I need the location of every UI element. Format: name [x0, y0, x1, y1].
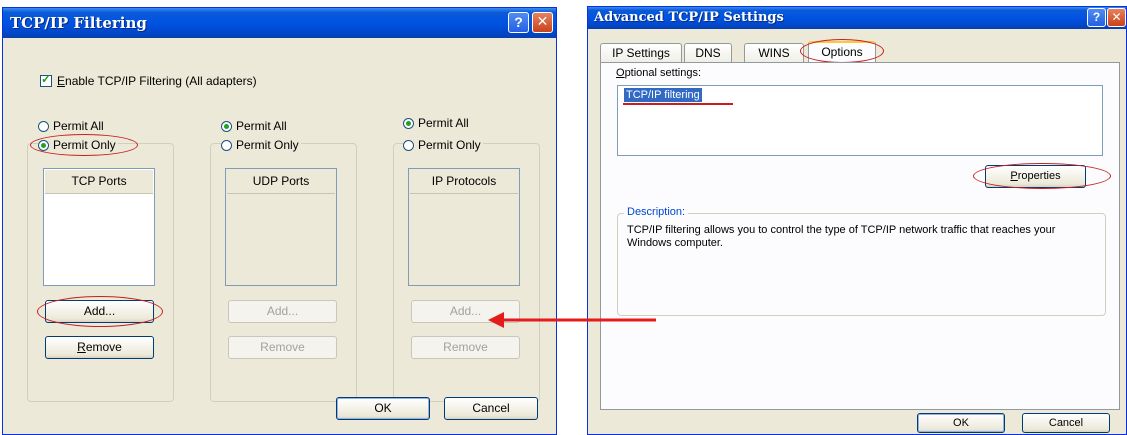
tab-strip: IP Settings DNS WINS Options	[600, 39, 1120, 63]
tab-dns[interactable]: DNS	[684, 43, 732, 62]
radio-circle[interactable]	[38, 120, 49, 132]
annotation-ellipse	[30, 134, 138, 156]
udp-permit-all-radio[interactable]: Permit All	[221, 119, 287, 133]
tcp-permit-all-label: Permit All	[53, 119, 104, 133]
enable-filtering-label: Enable TCP/IP Filtering (All adapters)	[57, 74, 257, 88]
udp-ports-list[interactable]: UDP Ports	[225, 168, 337, 286]
ip-protocols-column-header[interactable]: IP Protocols	[410, 170, 518, 194]
close-button[interactable]: ✕	[532, 12, 553, 33]
radio-circle[interactable]	[403, 139, 414, 151]
checkbox-box[interactable]: ✓	[40, 72, 52, 87]
description-text: TCP/IP filtering allows you to control t…	[627, 224, 1056, 249]
ip-permit-only-radio[interactable]: Permit Only	[403, 138, 483, 152]
title-bar[interactable]: TCP/IP Filtering ? ✕	[3, 8, 556, 38]
annotation-ellipse	[973, 163, 1111, 189]
ok-button[interactable]: OK	[336, 397, 430, 420]
window-title: Advanced TCP/IP Settings	[594, 10, 784, 25]
tcp-ports-list[interactable]: TCP Ports	[43, 168, 155, 286]
close-button[interactable]: ✕	[1107, 8, 1126, 27]
list-item[interactable]: TCP/IP filtering	[624, 88, 702, 102]
udp-ports-column-header[interactable]: UDP Ports	[227, 170, 335, 194]
annotation-underline	[623, 103, 733, 105]
optional-settings-list[interactable]: TCP/IP filtering	[617, 85, 1103, 156]
optional-settings-label: Optional settings:	[616, 67, 701, 79]
tab-ip-settings[interactable]: IP Settings	[600, 43, 682, 62]
ip-permit-only-label: Permit Only	[418, 138, 481, 152]
annotation-ellipse	[37, 296, 163, 327]
window-title: TCP/IP Filtering	[10, 14, 147, 32]
udp-add-button[interactable]: Add...	[228, 300, 337, 323]
tcp-permit-all-radio[interactable]: Permit All	[38, 119, 104, 133]
ip-protocols-list[interactable]: IP Protocols	[408, 168, 520, 286]
tcp-ports-column-header[interactable]: TCP Ports	[45, 170, 153, 194]
ok-button[interactable]: OK	[917, 413, 1005, 433]
radio-circle[interactable]	[221, 139, 232, 151]
help-button[interactable]: ?	[1087, 8, 1106, 27]
enable-filtering-checkbox[interactable]: ✓ Enable TCP/IP Filtering (All adapters)	[40, 72, 257, 88]
tcp-remove-button[interactable]: Remove	[45, 336, 154, 359]
advanced-tcpip-settings-dialog: Advanced TCP/IP Settings ? ✕ IP Settings…	[587, 6, 1127, 435]
ip-permit-all-radio[interactable]: Permit All	[403, 116, 469, 130]
udp-permit-all-label: Permit All	[236, 119, 287, 133]
cancel-button[interactable]: Cancel	[1022, 413, 1110, 433]
help-button[interactable]: ?	[508, 12, 529, 33]
options-tab-page: Optional settings: TCP/IP filtering Prop…	[600, 62, 1120, 410]
annotation-ellipse	[800, 39, 884, 63]
tab-wins[interactable]: WINS	[744, 43, 804, 62]
description-label: Description:	[624, 206, 689, 218]
title-bar[interactable]: Advanced TCP/IP Settings ? ✕	[588, 7, 1126, 29]
udp-permit-only-radio[interactable]: Permit Only	[221, 138, 301, 152]
udp-remove-button[interactable]: Remove	[228, 336, 337, 359]
checkmark-icon: ✓	[41, 72, 52, 86]
tcpip-filtering-dialog: TCP/IP Filtering ? ✕ ✓ Enable TCP/IP Fil…	[2, 7, 557, 435]
ip-permit-all-label: Permit All	[418, 116, 469, 130]
arrow-head-icon	[488, 312, 504, 328]
udp-permit-only-label: Permit Only	[236, 138, 299, 152]
radio-circle[interactable]	[403, 117, 414, 129]
cancel-button[interactable]: Cancel	[444, 397, 538, 420]
radio-circle[interactable]	[221, 120, 232, 132]
annotation-arrow	[488, 312, 656, 328]
